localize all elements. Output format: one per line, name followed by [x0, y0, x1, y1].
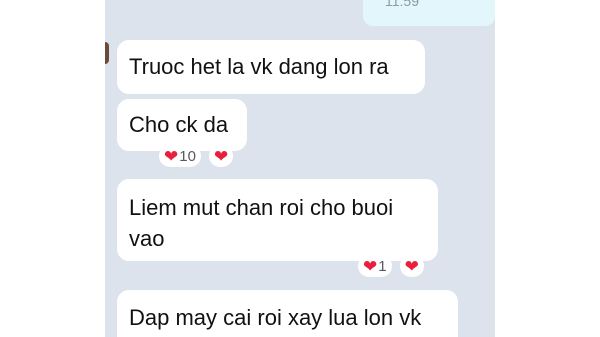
message-timestamp: 11:59 — [385, 0, 419, 9]
add-reaction-button[interactable]: ❤ — [208, 145, 234, 167]
reaction-bar: ❤ 1 ❤ — [358, 255, 424, 277]
reaction-count: 10 — [179, 147, 196, 165]
heart-icon: ❤ — [404, 256, 419, 276]
message-bubble[interactable]: Liem mut chan roi cho buoi vao — [117, 179, 438, 261]
add-reaction-button[interactable]: ❤ — [399, 255, 424, 277]
sent-message-bubble[interactable]: 11:59 — [363, 0, 495, 26]
heart-icon: ❤ — [363, 256, 378, 276]
reaction-count: 1 — [378, 257, 387, 275]
reaction-bar: ❤ 10 ❤ — [159, 145, 234, 167]
message-bubble[interactable]: Cho ck da — [117, 99, 247, 151]
message-bubble[interactable]: Truoc het la vk dang lon ra — [117, 40, 425, 94]
heart-icon: ❤ — [213, 146, 229, 166]
chat-area[interactable]: 11:59 Truoc het la vk dang lon ra Cho ck… — [105, 0, 495, 337]
reaction-count-pill[interactable]: ❤ 1 — [358, 255, 392, 277]
heart-icon: ❤ — [164, 146, 179, 166]
reaction-count-pill[interactable]: ❤ 10 — [159, 145, 201, 167]
message-text: Dap may cai roi xay lua lon vk — [129, 305, 422, 330]
message-text: Cho ck da — [129, 112, 229, 137]
message-bubble[interactable]: Dap may cai roi xay lua lon vk — [117, 290, 458, 337]
message-text: Liem mut chan roi cho buoi vao — [129, 195, 394, 251]
message-text: Truoc het la vk dang lon ra — [129, 54, 389, 79]
sender-avatar[interactable] — [105, 42, 109, 64]
